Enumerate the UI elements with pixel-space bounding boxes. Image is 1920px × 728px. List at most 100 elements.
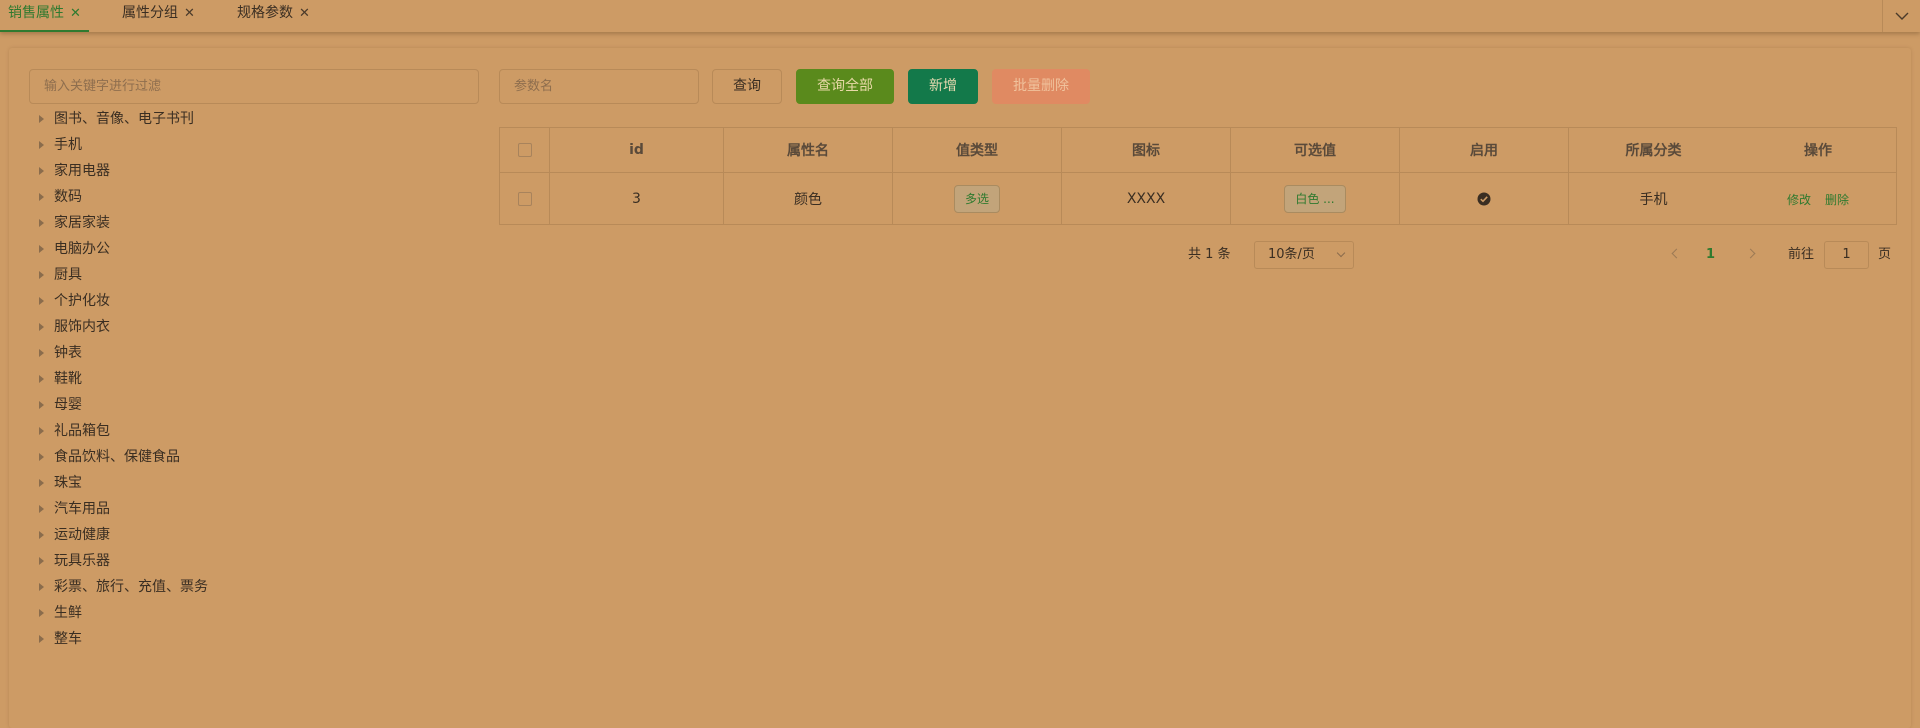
category-tree: 图书、音像、电子书刊 手机家用电器数码家居家装电脑办公厨具个护化妆服饰内衣钟表鞋靴… xyxy=(37,106,208,652)
tree-node[interactable]: 珠宝 xyxy=(37,470,208,496)
caret-right-icon[interactable] xyxy=(39,297,44,305)
query-all-button[interactable]: 查询全部 xyxy=(796,69,894,104)
tree-node[interactable]: 母婴 xyxy=(37,392,208,418)
tree-node[interactable]: 厨具 xyxy=(37,262,208,288)
attr-table: id 属性名 值类型 图标 可选值 启用 所属分类 操作 3 颜色 多选 XXX… xyxy=(499,127,1897,225)
tree-node-label: 电脑办公 xyxy=(54,241,110,257)
tree-node[interactable]: 电脑办公 xyxy=(37,236,208,262)
tree-node-label: 服饰内衣 xyxy=(54,319,110,335)
close-icon[interactable]: ✕ xyxy=(184,6,195,21)
tab-menu-button[interactable] xyxy=(1882,0,1920,32)
cell-actions: 修改 删除 xyxy=(1738,173,1898,225)
tab-sale-attr[interactable]: 销售属性 ✕ xyxy=(0,0,89,32)
tree-node[interactable]: 家居家装 xyxy=(37,210,208,236)
caret-right-icon[interactable] xyxy=(39,349,44,357)
select-all-checkbox[interactable] xyxy=(517,143,532,157)
tree-node[interactable]: 家用电器 xyxy=(37,158,208,184)
tree-node[interactable]: 个护化妆 xyxy=(37,288,208,314)
tree-node-label: 食品饮料、保健食品 xyxy=(54,449,180,465)
tab-attr-group[interactable]: 属性分组 ✕ xyxy=(114,0,203,32)
tree-node-label: 图书、音像、电子书刊 xyxy=(54,111,194,127)
tab-bar: 销售属性 ✕ 属性分组 ✕ 规格参数 ✕ xyxy=(0,0,1920,32)
table-row: 3 颜色 多选 XXXX 白色 ... 手机 修改 删除 xyxy=(500,173,1896,225)
row-checkbox[interactable] xyxy=(517,192,532,206)
tree-node-label: 运动健康 xyxy=(54,527,110,543)
query-button[interactable]: 查询 xyxy=(712,69,782,104)
cell-options: 白色 ... xyxy=(1231,173,1400,225)
tree-node[interactable]: 服饰内衣 xyxy=(37,314,208,340)
caret-right-icon[interactable] xyxy=(39,271,44,279)
cell-value-type: 多选 xyxy=(893,173,1062,225)
tree-node[interactable]: 鞋靴 xyxy=(37,366,208,392)
tab-label: 属性分组 xyxy=(122,5,178,21)
edit-link[interactable]: 修改 xyxy=(1787,191,1811,208)
caret-right-icon[interactable] xyxy=(39,401,44,409)
tree-node[interactable]: 数码 xyxy=(37,184,208,210)
caret-right-icon[interactable] xyxy=(39,531,44,539)
tree-node-label: 手机 xyxy=(54,137,82,153)
goto-page-input[interactable]: 1 xyxy=(1824,241,1869,269)
caret-right-icon[interactable] xyxy=(39,479,44,487)
batch-delete-button[interactable]: 批量删除 xyxy=(992,69,1090,104)
caret-right-icon[interactable] xyxy=(39,141,44,149)
add-button[interactable]: 新增 xyxy=(908,69,978,104)
tree-node[interactable]: 钟表 xyxy=(37,340,208,366)
caret-right-icon[interactable] xyxy=(39,193,44,201)
cell-category: 手机 xyxy=(1639,192,1668,208)
caret-right-icon[interactable] xyxy=(39,635,44,643)
goto-label: 前往 xyxy=(1788,247,1815,262)
tree-node[interactable]: 整车 xyxy=(37,626,208,652)
close-icon[interactable]: ✕ xyxy=(299,6,310,21)
cell-enabled xyxy=(1400,173,1569,225)
tree-node-label: 鞋靴 xyxy=(54,371,82,387)
tree-node[interactable]: 礼品箱包 xyxy=(37,418,208,444)
tree-node-label: 钟表 xyxy=(54,345,82,361)
tree-node[interactable]: 图书、音像、电子书刊 xyxy=(37,106,208,132)
options-tag[interactable]: 白色 ... xyxy=(1284,185,1346,213)
next-page-icon[interactable] xyxy=(1745,248,1756,259)
main-panel: 输入关键字进行过滤 图书、音像、电子书刊 手机 家用电器 数码 家居家装 电脑办公 厨具 个护… xyxy=(9,48,1911,728)
pagination-total: 共 1 条 xyxy=(1188,247,1231,262)
tree-node-label: 厨具 xyxy=(54,267,82,283)
cell-id: 3 xyxy=(550,173,724,225)
tree-node-label: 礼品箱包 xyxy=(54,423,110,439)
tree-node-label: 生鲜 xyxy=(54,605,82,621)
tree-filter-input[interactable]: 输入关键字进行过滤 xyxy=(29,69,479,104)
page-size-select[interactable]: 10条/页 xyxy=(1254,241,1354,269)
caret-right-icon[interactable] xyxy=(39,427,44,435)
caret-right-icon[interactable] xyxy=(39,583,44,591)
chevron-down-icon xyxy=(1895,12,1908,20)
caret-right-icon[interactable] xyxy=(39,115,44,123)
caret-right-icon[interactable] xyxy=(39,323,44,331)
tree-node-label: 数码 xyxy=(54,189,82,205)
header-value-type: 值类型 xyxy=(893,128,1062,172)
tree-node[interactable]: 彩票、旅行、充值、票务 xyxy=(37,574,208,600)
cell-icon: XXXX xyxy=(1062,173,1231,225)
prev-page-icon[interactable] xyxy=(1671,248,1682,259)
caret-right-icon[interactable] xyxy=(39,375,44,383)
delete-link[interactable]: 删除 xyxy=(1825,191,1849,208)
close-icon[interactable]: ✕ xyxy=(70,6,81,21)
tree-node[interactable]: 运动健康 xyxy=(37,522,208,548)
tree-node[interactable]: 汽车用品 xyxy=(37,496,208,522)
caret-right-icon[interactable] xyxy=(39,557,44,565)
tree-node[interactable]: 食品饮料、保健食品 xyxy=(37,444,208,470)
header-icon: 图标 xyxy=(1062,128,1231,172)
page-size-value: 10条/页 xyxy=(1268,247,1315,262)
tree-node[interactable]: 生鲜 xyxy=(37,600,208,626)
caret-right-icon[interactable] xyxy=(39,453,44,461)
tree-node[interactable]: 玩具乐器 xyxy=(37,548,208,574)
param-name-input[interactable]: 参数名 xyxy=(499,69,699,104)
tree-node-label: 家居家装 xyxy=(54,215,110,231)
caret-right-icon[interactable] xyxy=(39,219,44,227)
tab-spec-params[interactable]: 规格参数 ✕ xyxy=(229,0,318,32)
tree-node-label: 个护化妆 xyxy=(54,293,110,309)
caret-right-icon[interactable] xyxy=(39,167,44,175)
caret-right-icon[interactable] xyxy=(39,245,44,253)
caret-right-icon[interactable] xyxy=(39,505,44,513)
tree-node-label: 彩票、旅行、充值、票务 xyxy=(54,579,208,595)
caret-right-icon[interactable] xyxy=(39,609,44,617)
header-enabled: 启用 xyxy=(1400,128,1569,172)
tree-node[interactable]: 手机 xyxy=(37,132,208,158)
page-number[interactable]: 1 xyxy=(1706,241,1715,269)
